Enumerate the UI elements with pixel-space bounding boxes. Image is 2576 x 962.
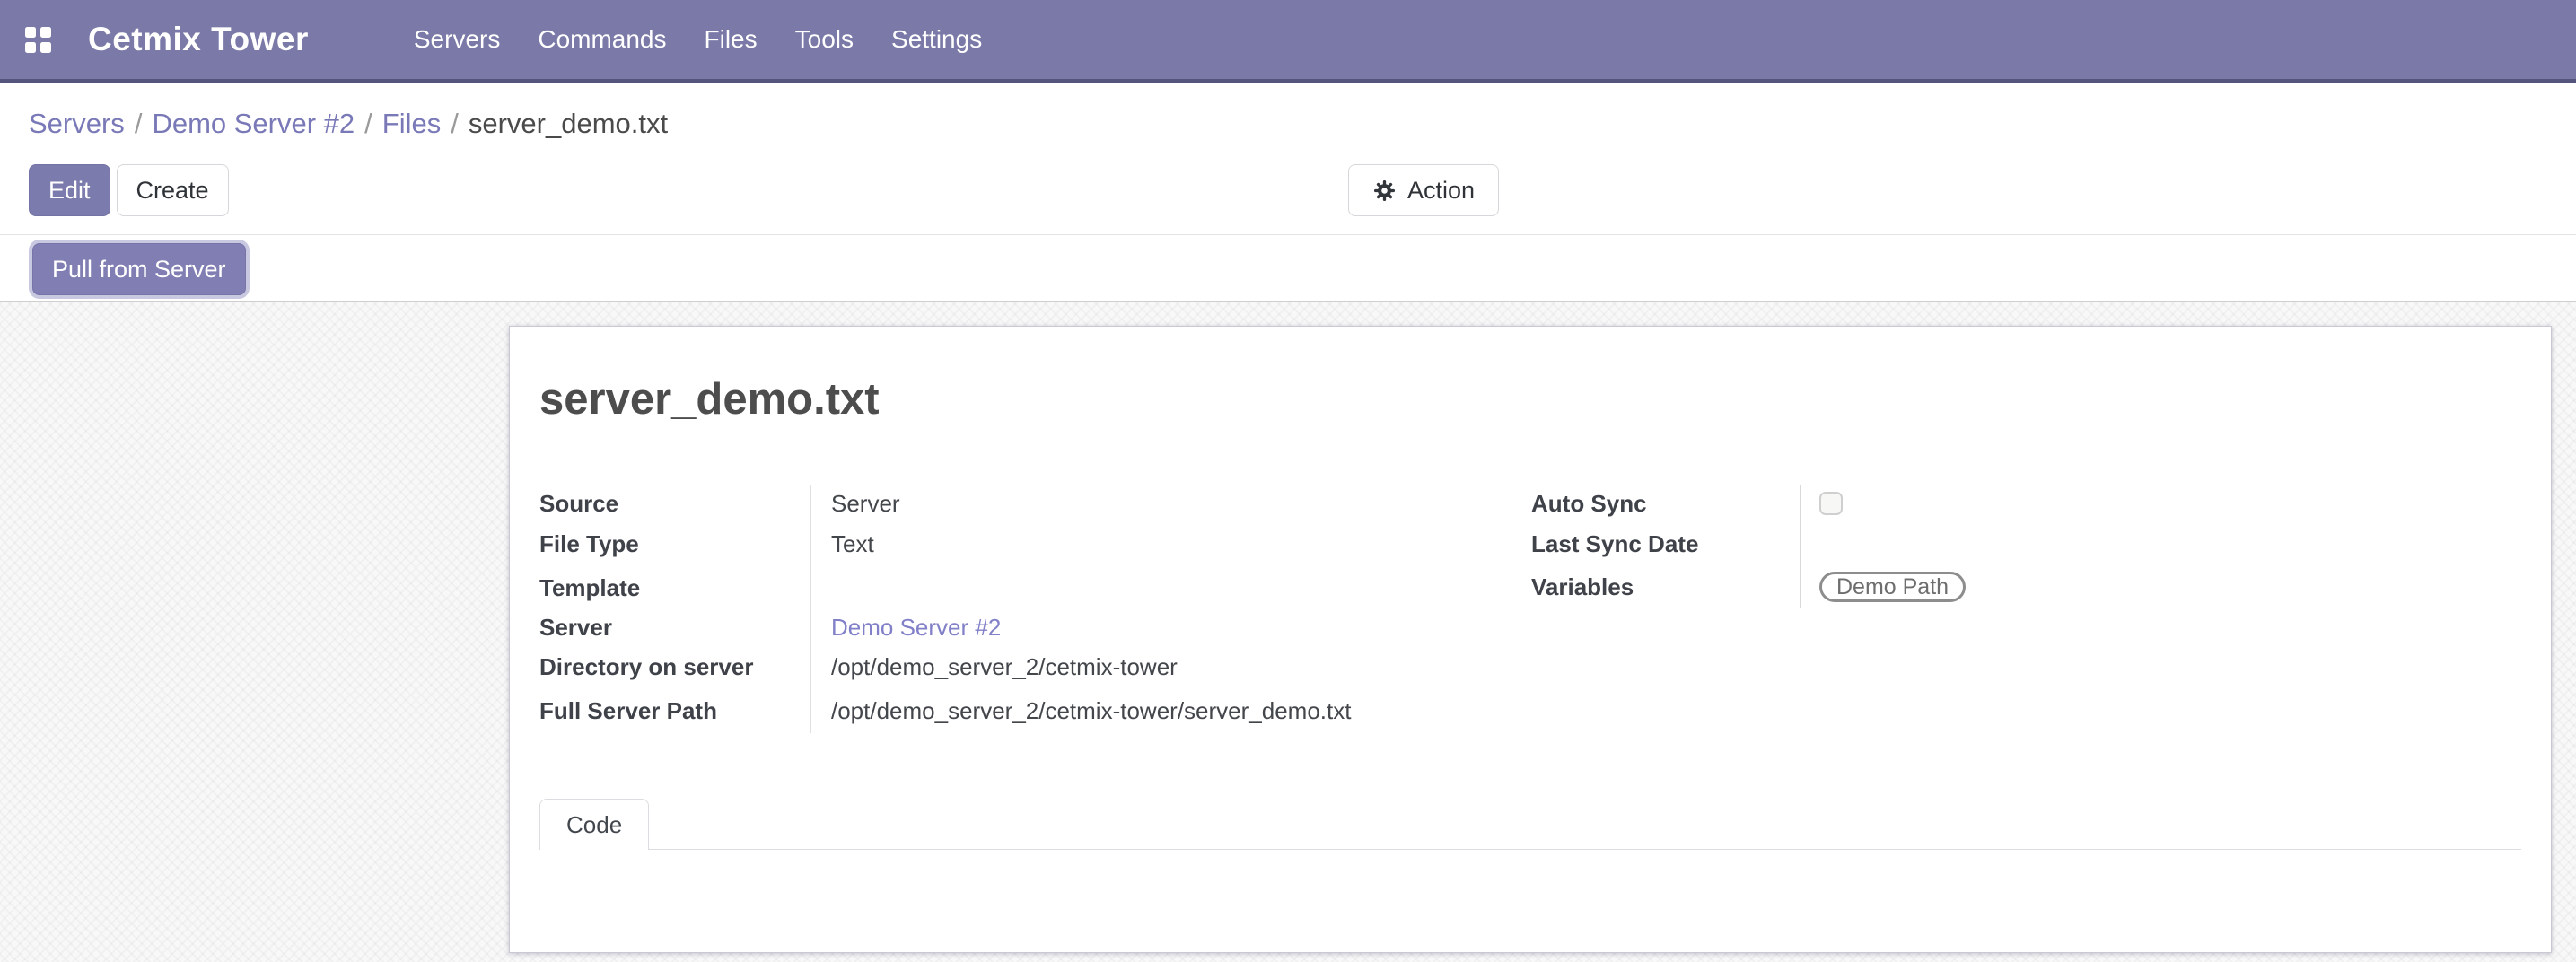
action-button-label: Action (1407, 177, 1475, 205)
breadcrumb-current: server_demo.txt (469, 108, 668, 139)
button-row: Edit Create (29, 164, 2576, 216)
field-row: Variables Demo Path (1531, 566, 2521, 608)
field-value-auto-sync (1800, 485, 2521, 522)
field-row: Directory on server /opt/demo_server_2/c… (539, 645, 1531, 689)
field-row: Auto Sync (1531, 485, 2521, 522)
field-group-left: Source Server File Type Text Template Se… (539, 485, 1531, 733)
control-panel: Servers / Demo Server #2 / Files / server_demo… (0, 83, 2576, 235)
page-title: server_demo.txt (539, 373, 2521, 425)
field-value-template (810, 566, 1531, 610)
field-row: Server Demo Server #2 (539, 610, 1531, 645)
content-area: server_demo.txt Source Server File Type … (0, 302, 2576, 962)
field-label-directory-on-server: Directory on server (539, 653, 810, 681)
breadcrumb-item-files[interactable]: Files (382, 108, 441, 139)
auto-sync-checkbox[interactable] (1819, 492, 1843, 515)
top-navbar: Cetmix Tower Servers Commands Files Tool… (0, 0, 2576, 83)
field-value-directory-on-server: /opt/demo_server_2/cetmix-tower (810, 645, 1531, 689)
apps-grid-icon[interactable] (25, 27, 51, 53)
field-label-last-sync-date: Last Sync Date (1531, 530, 1800, 558)
pull-from-server-button[interactable]: Pull from Server (32, 243, 246, 295)
menu-item-settings[interactable]: Settings (891, 25, 982, 54)
field-label-variables: Variables (1531, 573, 1800, 601)
workflow-buttons-bar: Pull from Server (0, 235, 2576, 302)
gear-icon (1372, 179, 1397, 203)
create-button[interactable]: Create (117, 164, 229, 216)
field-label-file-type: File Type (539, 530, 810, 558)
field-label-full-server-path: Full Server Path (539, 697, 810, 725)
field-row: Full Server Path /opt/demo_server_2/cetm… (539, 689, 1531, 733)
breadcrumb-item-servers[interactable]: Servers (29, 108, 125, 139)
field-value-last-sync-date (1800, 522, 2521, 566)
breadcrumb-separator: / (135, 108, 143, 139)
field-label-source: Source (539, 490, 810, 518)
app-brand[interactable]: Cetmix Tower (88, 21, 309, 58)
field-value-full-server-path: /opt/demo_server_2/cetmix-tower/server_d… (810, 689, 1531, 733)
variable-tag-demo-path: Demo Path (1819, 572, 1966, 602)
menu-item-commands[interactable]: Commands (538, 25, 666, 54)
action-button[interactable]: Action (1348, 164, 1499, 216)
field-value-file-type: Text (810, 522, 1531, 566)
field-value-server: Demo Server #2 (810, 610, 1531, 645)
field-row: Template (539, 566, 1531, 610)
server-record-link[interactable]: Demo Server #2 (831, 614, 1001, 642)
apps-grid-dot (25, 27, 36, 38)
breadcrumb-item-demo-server-2[interactable]: Demo Server #2 (152, 108, 355, 139)
menu-item-files[interactable]: Files (705, 25, 758, 54)
apps-grid-dot (40, 27, 51, 38)
apps-grid-dot (25, 42, 36, 53)
breadcrumb-separator: / (451, 108, 459, 139)
field-label-template: Template (539, 574, 810, 602)
notebook-tabs: Code (539, 798, 2521, 850)
field-label-server: Server (539, 614, 810, 642)
field-row: File Type Text (539, 522, 1531, 566)
breadcrumb-separator: / (364, 108, 372, 139)
apps-grid-dot (40, 42, 51, 53)
form-sheet: server_demo.txt Source Server File Type … (509, 326, 2552, 953)
breadcrumb: Servers / Demo Server #2 / Files / server_demo… (29, 108, 2576, 140)
field-group-right: Auto Sync Last Sync Date Variables Demo … (1531, 485, 2521, 733)
edit-button[interactable]: Edit (29, 164, 110, 216)
field-value-variables: Demo Path (1800, 566, 2521, 608)
main-menu: Servers Commands Files Tools Settings (414, 25, 982, 54)
tab-code[interactable]: Code (539, 799, 649, 850)
field-label-auto-sync: Auto Sync (1531, 490, 1800, 518)
field-value-source: Server (810, 485, 1531, 522)
field-groups: Source Server File Type Text Template Se… (539, 485, 2521, 733)
menu-item-tools[interactable]: Tools (795, 25, 854, 54)
field-row: Last Sync Date (1531, 522, 2521, 566)
field-row: Source Server (539, 485, 1531, 522)
menu-item-servers[interactable]: Servers (414, 25, 500, 54)
